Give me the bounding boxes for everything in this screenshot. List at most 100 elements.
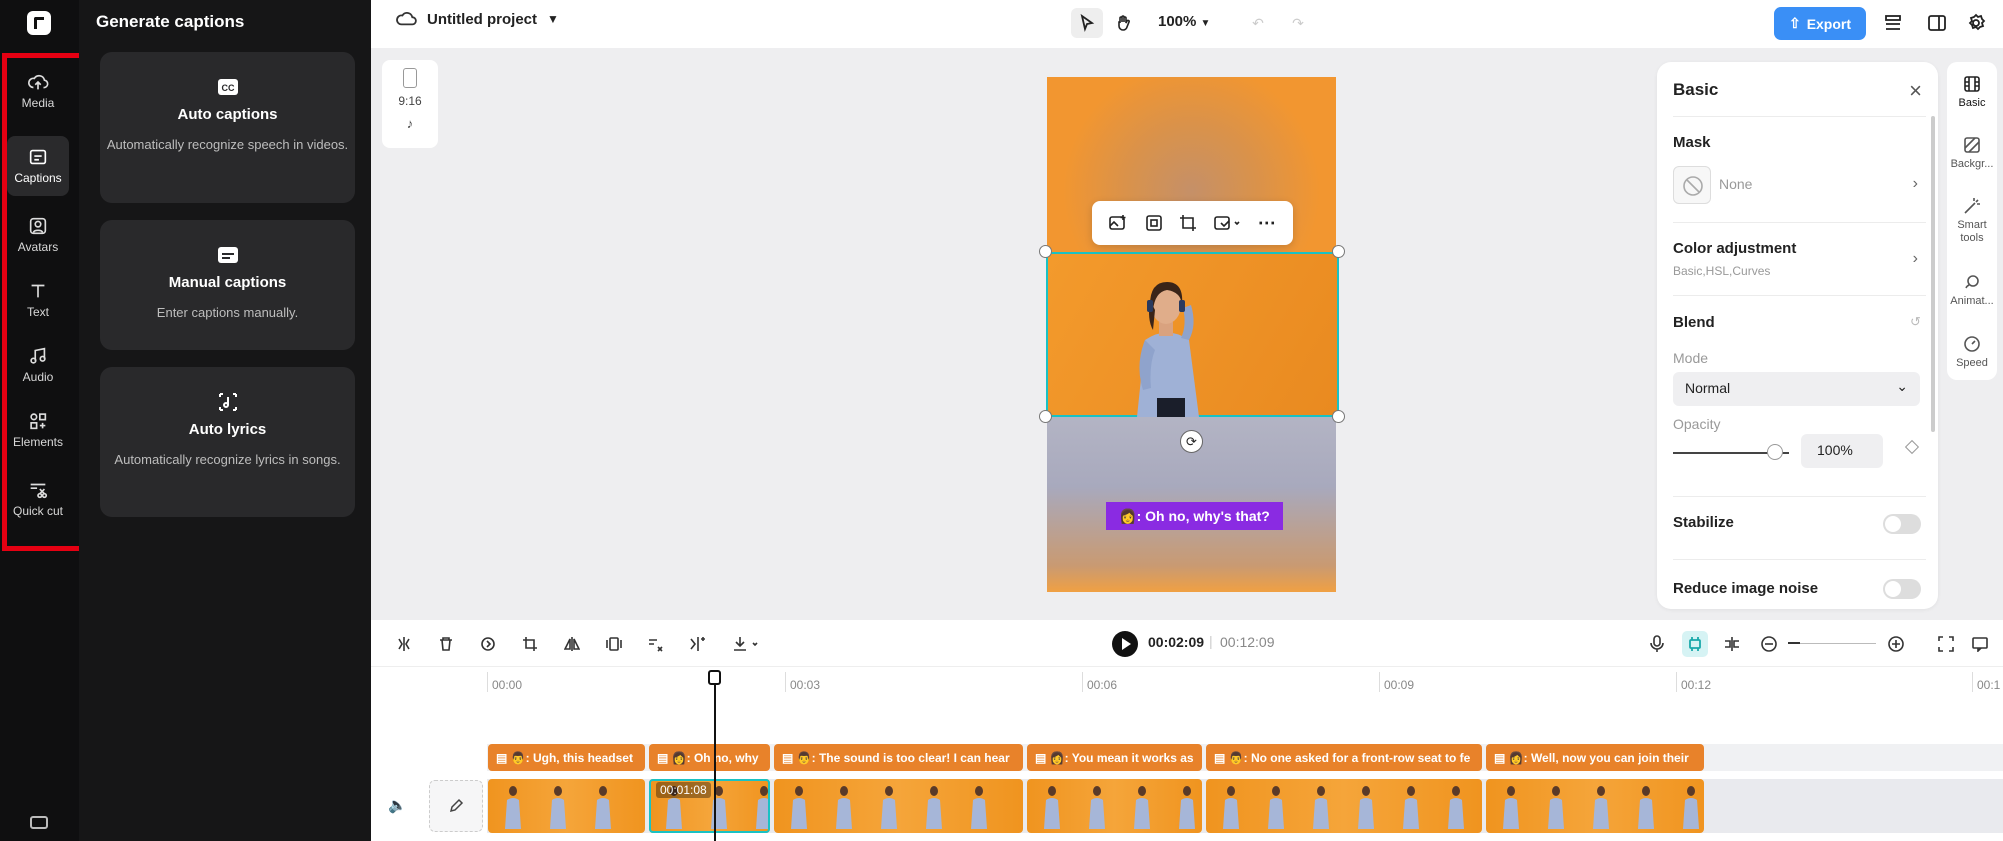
tick-label: 00:1: [1977, 678, 2001, 692]
mode-label: Mode: [1673, 350, 1709, 366]
caption-overlay[interactable]: 👩: Oh no, why's that?: [1106, 502, 1283, 530]
more-icon[interactable]: ⋯: [1258, 213, 1277, 234]
mask-none-icon[interactable]: [1673, 166, 1711, 204]
tick-mark: [1972, 672, 1973, 692]
image-add-icon[interactable]: [1108, 214, 1128, 232]
auto-captions-card[interactable]: CC Auto captions Automatically recognize…: [100, 52, 355, 203]
caption-clip[interactable]: ▤ 👨: The sound is too clear! I can hear: [774, 744, 1023, 771]
download-icon[interactable]: [729, 634, 765, 654]
playhead-line[interactable]: [714, 670, 716, 841]
keyboard-icon[interactable]: [30, 816, 48, 829]
tab-animation[interactable]: Animat...: [1947, 272, 1997, 308]
focus-icon[interactable]: [1145, 214, 1163, 232]
thumbnail-person: [1638, 786, 1654, 829]
tab-label: Animat...: [1950, 295, 1994, 307]
thumbnail-person: [836, 786, 852, 829]
layers-button[interactable]: [1877, 8, 1909, 38]
pointer-icon: [1080, 14, 1095, 32]
zoom-in-icon[interactable]: [1885, 634, 1907, 654]
magnet-icon[interactable]: [1682, 631, 1708, 657]
upload-icon: ⇧: [1788, 15, 1801, 31]
caption-text: 👩: Well, now you can join their: [1508, 751, 1689, 765]
replay-icon[interactable]: [477, 634, 499, 654]
aspect-ratio-box[interactable]: 9:16 ♪: [382, 60, 438, 148]
comment-icon[interactable]: [1969, 634, 1991, 654]
aspect-ratio-label: 9:16: [398, 94, 422, 108]
redo-button[interactable]: ↷: [1282, 8, 1314, 38]
adjust-icon[interactable]: [645, 634, 667, 654]
zoom-select[interactable]: 100% ▼: [1158, 13, 1210, 30]
tab-smart-tools[interactable]: Smart tools: [1947, 196, 1997, 245]
cloud-icon: [396, 12, 417, 26]
opacity-label: Opacity: [1673, 416, 1721, 432]
divider: [1673, 559, 1926, 560]
undo-button[interactable]: ↶: [1242, 8, 1274, 38]
app-logo[interactable]: [27, 11, 51, 35]
crop-icon[interactable]: [1179, 214, 1197, 232]
caption-clip[interactable]: ▤ 👩: Oh no, why: [649, 744, 770, 771]
keyframe-icon[interactable]: [1904, 439, 1920, 455]
playhead-handle[interactable]: [708, 670, 721, 685]
thumbnail-person: [1448, 786, 1464, 829]
reset-icon[interactable]: ↺: [1910, 314, 1921, 330]
caption-text: 👨: No one asked for a front-row seat to …: [1228, 751, 1471, 765]
replace-icon[interactable]: [1213, 214, 1241, 232]
manual-captions-card[interactable]: Manual captions Enter captions manually.: [100, 220, 355, 350]
select-tool-button[interactable]: [1071, 8, 1103, 38]
noise-toggle[interactable]: [1883, 579, 1921, 599]
opacity-input[interactable]: 100%: [1801, 434, 1883, 468]
play-button[interactable]: [1112, 631, 1138, 657]
hand-tool-button[interactable]: [1108, 8, 1140, 38]
caption-clip[interactable]: ▤ 👨: No one asked for a front-row seat t…: [1206, 744, 1482, 771]
settings-button[interactable]: [1960, 8, 1992, 38]
fit-icon[interactable]: [603, 634, 625, 654]
tab-speed[interactable]: Speed: [1947, 334, 1997, 370]
resize-handle[interactable]: [1332, 245, 1345, 258]
video-clip[interactable]: [1206, 779, 1482, 833]
mask-value[interactable]: None: [1719, 176, 1752, 192]
caption-icon: ▤: [657, 751, 672, 765]
panel-toggle-button[interactable]: [1921, 8, 1953, 38]
crop-icon[interactable]: [519, 634, 541, 654]
blend-mode-select[interactable]: Normal ⌄: [1673, 372, 1920, 406]
caption-clip[interactable]: ▤ 👩: Well, now you can join their: [1486, 744, 1704, 771]
edit-cover-button[interactable]: [429, 780, 483, 832]
cc-icon: CC: [217, 79, 238, 95]
video-clip[interactable]: [488, 779, 645, 833]
smart-cut-icon[interactable]: [687, 634, 709, 654]
export-button[interactable]: ⇧ Export: [1774, 7, 1866, 40]
chevron-right-icon[interactable]: ›: [1913, 175, 1918, 193]
video-clip[interactable]: [774, 779, 1023, 833]
microphone-icon[interactable]: [1646, 634, 1668, 654]
auto-lyrics-card[interactable]: Auto lyrics Automatically recognize lyri…: [100, 367, 355, 517]
fullscreen-icon[interactable]: [1935, 634, 1957, 654]
card-desc: Enter captions manually.: [156, 305, 299, 320]
color-adjustment-label[interactable]: Color adjustment: [1673, 240, 1796, 257]
opacity-slider-thumb[interactable]: [1767, 444, 1783, 460]
video-clip[interactable]: [1486, 779, 1704, 833]
caption-clip[interactable]: ▤ 👩: You mean it works as: [1027, 744, 1202, 771]
video-clip[interactable]: [1027, 779, 1202, 833]
split-icon[interactable]: [393, 634, 415, 654]
caption-clip[interactable]: ▤ 👨: Ugh, this headset: [488, 744, 645, 771]
zoom-out-icon[interactable]: [1758, 634, 1780, 654]
current-time: 00:02:09: [1148, 634, 1205, 650]
scrollbar[interactable]: [1931, 116, 1935, 432]
chevron-right-icon[interactable]: ›: [1913, 250, 1918, 268]
flip-icon[interactable]: [561, 634, 583, 654]
resize-handle[interactable]: [1039, 410, 1052, 423]
zoom-slider[interactable]: [1788, 643, 1876, 644]
delete-icon[interactable]: [435, 634, 457, 654]
resize-handle[interactable]: [1039, 245, 1052, 258]
close-icon[interactable]: ×: [1909, 78, 1922, 104]
card-title: Auto captions: [177, 106, 278, 123]
split-screen-icon[interactable]: [1721, 634, 1743, 654]
resize-handle[interactable]: [1332, 410, 1345, 423]
tab-background[interactable]: Backgr...: [1947, 135, 1997, 171]
stabilize-toggle[interactable]: [1883, 514, 1921, 534]
project-title[interactable]: Untitled project ▼: [395, 10, 559, 28]
volume-icon[interactable]: 🔈: [388, 796, 407, 814]
tab-basic[interactable]: Basic: [1947, 74, 1997, 110]
tick-mark: [1379, 672, 1380, 692]
rotate-handle[interactable]: ⟳: [1180, 430, 1203, 453]
